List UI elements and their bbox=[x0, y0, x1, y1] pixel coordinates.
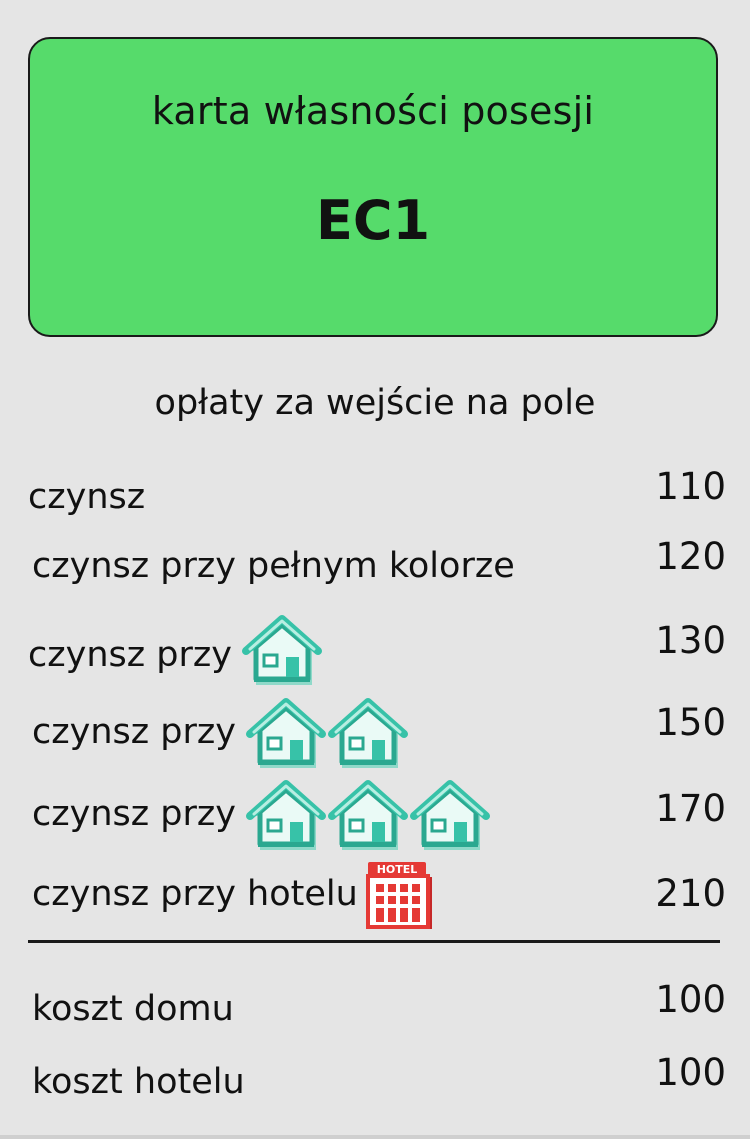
rent-one-house-row: czynsz przy 130 bbox=[28, 605, 726, 685]
rent-hotel-row: czynsz przy hotelu HOTEL 210 bbox=[28, 855, 726, 930]
property-card-header: karta własności posesji EC1 bbox=[28, 37, 718, 337]
rent-hotel-label: czynsz przy hotelu bbox=[32, 874, 358, 914]
hotel-cost-label: koszt hotelu bbox=[32, 1062, 245, 1102]
rent-hotel-value: 210 bbox=[655, 872, 726, 915]
fees-heading: opłaty za wejście na pole bbox=[154, 383, 596, 423]
house-icon bbox=[246, 778, 326, 850]
hotel-cost-value: 100 bbox=[655, 1051, 726, 1094]
house-icon bbox=[242, 613, 322, 685]
card-subtitle: karta własności posesji bbox=[151, 89, 595, 133]
rent-two-houses-label: czynsz przy bbox=[32, 712, 236, 752]
rent-one-house-value: 130 bbox=[655, 619, 726, 662]
property-code: EC1 bbox=[315, 189, 431, 252]
divider bbox=[28, 940, 720, 943]
rent-two-houses-row: czynsz przy 150 bbox=[28, 688, 726, 768]
house-cost-value: 100 bbox=[655, 978, 726, 1021]
bottom-edge bbox=[0, 1135, 750, 1139]
rent-full-color-row: czynsz przy pełnym kolorze 120 bbox=[28, 532, 726, 592]
rent-full-color-label: czynsz przy pełnym kolorze bbox=[32, 546, 515, 586]
rent-three-houses-value: 170 bbox=[655, 787, 726, 830]
rent-full-color-value: 120 bbox=[655, 535, 726, 578]
house-icon bbox=[246, 696, 326, 768]
house-cost-row: koszt domu 100 bbox=[28, 975, 726, 1035]
rent-three-houses-row: czynsz przy 170 bbox=[28, 770, 726, 850]
rent-base-label: czynsz bbox=[28, 477, 146, 517]
rent-three-houses-label: czynsz przy bbox=[32, 794, 236, 834]
rent-two-houses-value: 150 bbox=[655, 701, 726, 744]
house-icon bbox=[410, 778, 490, 850]
house-cost-label: koszt domu bbox=[32, 989, 234, 1029]
house-icon bbox=[328, 696, 408, 768]
rent-one-house-label: czynsz przy bbox=[28, 635, 232, 675]
hotel-icon: HOTEL bbox=[365, 862, 432, 929]
house-icon bbox=[328, 778, 408, 850]
hotel-cost-row: koszt hotelu 100 bbox=[28, 1048, 726, 1108]
rent-base-value: 110 bbox=[655, 465, 726, 508]
rent-base-row: czynsz 110 bbox=[28, 463, 726, 523]
